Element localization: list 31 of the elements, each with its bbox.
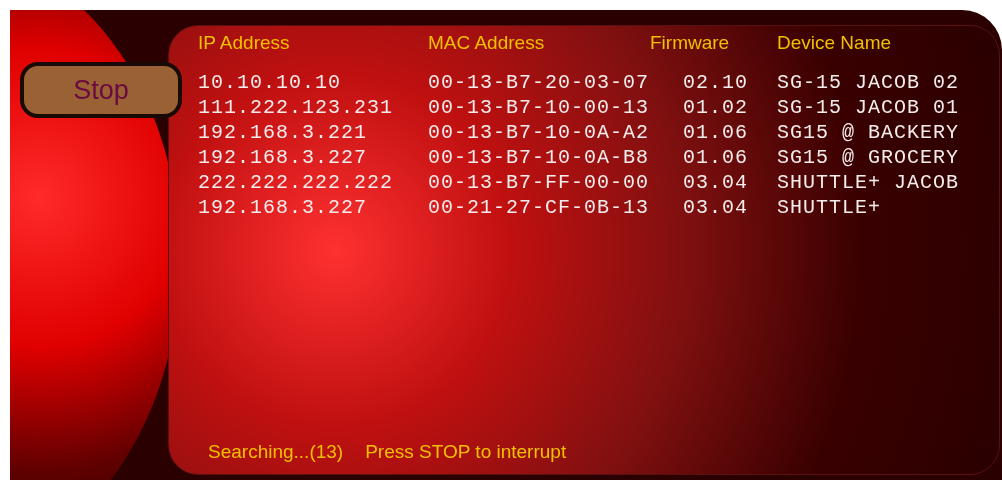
table-cell: 192.168.3.221 (198, 119, 368, 145)
table-cell: 01.02 (683, 94, 748, 120)
table-cell: 02.10 (683, 69, 748, 95)
status-hint: Press STOP to interrupt (365, 439, 567, 464)
table-cell: 01.06 (683, 144, 748, 170)
table-cell: 00-21-27-CF-0B-13 (428, 194, 650, 220)
table-cell: 192.168.3.227 (198, 194, 368, 220)
table-cell: 222.222.222.222 (198, 169, 394, 195)
table-cell: 03.04 (683, 169, 748, 195)
table-cell: SG15 @ GROCERY (777, 144, 960, 170)
table-cell: SG-15 JACOB 01 (777, 94, 960, 120)
column-header: Device Name (777, 31, 892, 55)
table-cell: SHUTTLE+ (777, 194, 881, 220)
table-cell: SHUTTLE+ JACOB (777, 169, 960, 195)
stop-button[interactable]: Stop (20, 62, 182, 118)
table-cell: 10.10.10.10 (198, 69, 342, 95)
column-header: IP Address (198, 31, 290, 55)
column-header: Firmware (650, 31, 730, 55)
table-cell: 111.222.123.231 (198, 94, 394, 120)
table-cell: 192.168.3.227 (198, 144, 368, 170)
status-text: Searching...(13) (208, 439, 344, 464)
table-cell: 00-13-B7-10-00-13 (428, 94, 650, 120)
table-cell: 00-13-B7-10-0A-A2 (428, 119, 650, 145)
table-cell: SG15 @ BACKERY (777, 119, 960, 145)
table-cell: 01.06 (683, 119, 748, 145)
table-cell: 00-13-B7-FF-00-00 (428, 169, 650, 195)
column-header: MAC Address (428, 31, 545, 55)
table-cell: 00-13-B7-10-0A-B8 (428, 144, 650, 170)
table-cell: 03.04 (683, 194, 748, 220)
table-cell: 00-13-B7-20-03-07 (428, 69, 650, 95)
table-cell: SG-15 JACOB 02 (777, 69, 960, 95)
